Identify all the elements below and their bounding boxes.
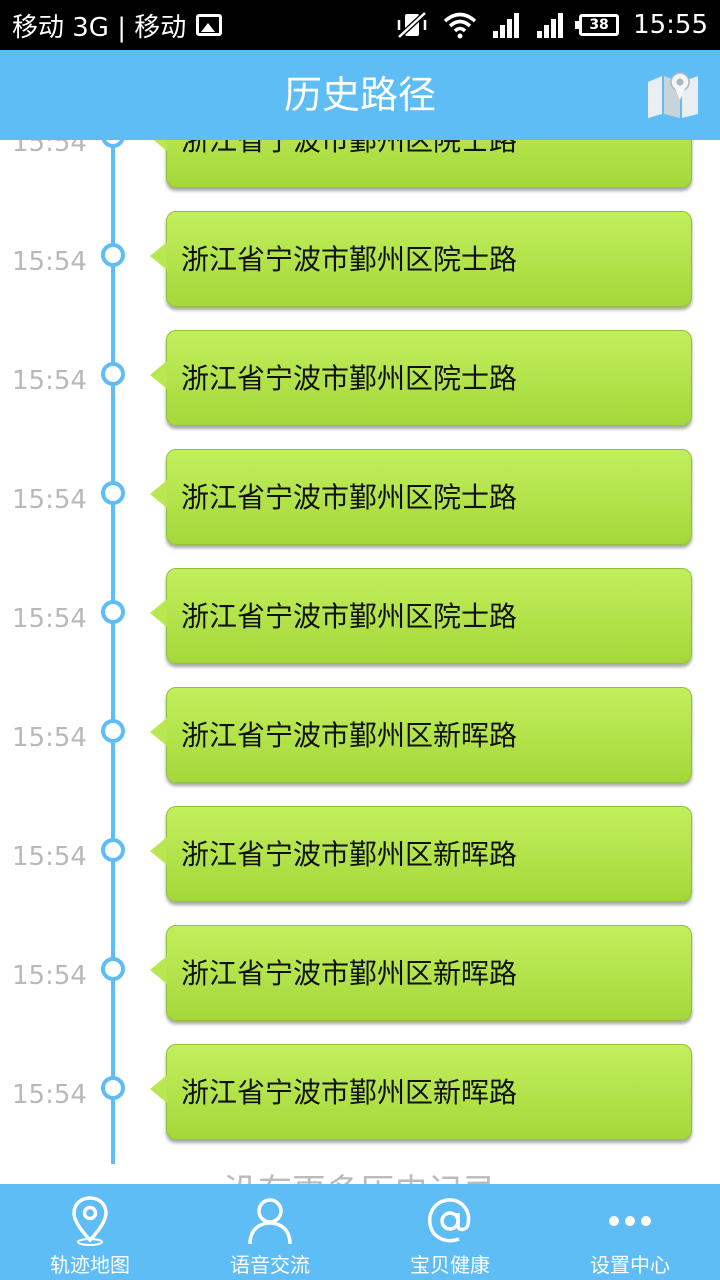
nav-label: 设置中心 — [590, 1253, 670, 1277]
list-item[interactable]: 15:54 浙江省宁波市鄞州区新晖路 — [0, 806, 720, 902]
list-item[interactable]: 15:54 浙江省宁波市鄞州区新晖路 — [0, 1044, 720, 1140]
history-timeline[interactable]: 15:54 浙江省宁波市鄞州区院士路 15:54 浙江省宁波市鄞州区院士路 15… — [0, 140, 720, 1184]
list-item[interactable]: 15:54 浙江省宁波市鄞州区院士路 — [0, 449, 720, 545]
address-text: 浙江省宁波市鄞州区院士路 — [181, 140, 518, 157]
app-header: 历史路径 — [0, 50, 720, 140]
list-item[interactable]: 15:54 浙江省宁波市鄞州区院士路 — [0, 330, 720, 426]
address-bubble[interactable]: 浙江省宁波市鄞州区新晖路 — [150, 925, 692, 1021]
address-text: 浙江省宁波市鄞州区院士路 — [181, 600, 518, 633]
wifi-icon — [443, 12, 477, 39]
signal-icon — [493, 13, 520, 38]
address-text: 浙江省宁波市鄞州区院士路 — [181, 481, 518, 514]
entry-time: 15:54 — [12, 842, 87, 872]
status-bar: 移动 3G | 移动 38 15:55 — [0, 0, 720, 50]
timeline-dot — [101, 1076, 125, 1100]
list-item[interactable]: 15:54 浙江省宁波市鄞州区院士路 — [0, 211, 720, 307]
address-text: 浙江省宁波市鄞州区院士路 — [181, 243, 518, 276]
map-icon[interactable] — [646, 70, 702, 120]
address-bubble[interactable]: 浙江省宁波市鄞州区院士路 — [150, 211, 692, 307]
page-title: 历史路径 — [283, 73, 436, 117]
more-dots-icon — [609, 1216, 651, 1226]
signal-icon — [537, 13, 564, 38]
entry-time: 15:54 — [12, 723, 87, 753]
entry-time: 15:54 — [12, 485, 87, 515]
location-pin-icon — [72, 1196, 108, 1246]
timeline-dot — [101, 838, 125, 862]
carrier-text: 移动 3G | 移动 — [12, 12, 187, 43]
address-bubble[interactable]: 浙江省宁波市鄞州区新晖路 — [150, 687, 692, 783]
timeline-dot — [101, 957, 125, 981]
vibrate-off-icon — [397, 11, 427, 39]
address-bubble[interactable]: 浙江省宁波市鄞州区新晖路 — [150, 1044, 692, 1140]
list-item[interactable]: 15:54 浙江省宁波市鄞州区院士路 — [0, 140, 720, 188]
status-bar-left: 移动 3G | 移动 — [12, 0, 223, 50]
nav-item-settings[interactable]: 设置中心 — [540, 1184, 720, 1280]
list-item[interactable]: 15:54 浙江省宁波市鄞州区新晖路 — [0, 925, 720, 1021]
nav-item-voice-chat[interactable]: 语音交流 — [180, 1184, 360, 1280]
list-item[interactable]: 15:54 浙江省宁波市鄞州区院士路 — [0, 568, 720, 664]
list-item[interactable]: 15:54 浙江省宁波市鄞州区新晖路 — [0, 687, 720, 783]
status-bar-right: 38 15:55 — [395, 0, 708, 50]
entry-time: 15:54 — [12, 961, 87, 991]
nav-label: 宝贝健康 — [410, 1253, 490, 1277]
person-icon — [248, 1198, 292, 1245]
timeline-dot — [101, 140, 125, 148]
status-time: 15:55 — [633, 10, 708, 40]
address-bubble[interactable]: 浙江省宁波市鄞州区院士路 — [150, 140, 692, 188]
nav-label: 语音交流 — [230, 1253, 310, 1277]
timeline-dot — [101, 362, 125, 386]
address-text: 浙江省宁波市鄞州区新晖路 — [181, 1076, 518, 1109]
battery-icon: 38 — [575, 14, 620, 36]
nav-label: 轨迹地图 — [50, 1253, 130, 1277]
entry-time: 15:54 — [12, 366, 87, 396]
at-icon — [427, 1198, 471, 1243]
timeline-dot — [101, 481, 125, 505]
no-more-history-text: 没有更多历史记录 — [0, 1164, 720, 1184]
address-bubble[interactable]: 浙江省宁波市鄞州区院士路 — [150, 568, 692, 664]
entry-time: 15:54 — [12, 247, 87, 277]
address-bubble[interactable]: 浙江省宁波市鄞州区院士路 — [150, 330, 692, 426]
address-text: 浙江省宁波市鄞州区新晖路 — [181, 957, 518, 990]
entry-time: 15:54 — [12, 140, 87, 158]
nav-item-track-map[interactable]: 轨迹地图 — [0, 1184, 180, 1280]
image-icon — [196, 14, 223, 36]
nav-item-baby-health[interactable]: 宝贝健康 — [360, 1184, 540, 1280]
bottom-nav: 轨迹地图 语音交流 宝贝健康 设置中心 — [0, 1184, 720, 1280]
address-text: 浙江省宁波市鄞州区院士路 — [181, 362, 518, 395]
timeline-dot — [101, 719, 125, 743]
entry-time: 15:54 — [12, 604, 87, 634]
entry-time: 15:54 — [12, 1080, 87, 1110]
timeline-dot — [101, 243, 125, 267]
address-text: 浙江省宁波市鄞州区新晖路 — [181, 719, 518, 752]
address-text: 浙江省宁波市鄞州区新晖路 — [181, 838, 518, 871]
address-bubble[interactable]: 浙江省宁波市鄞州区院士路 — [150, 449, 692, 545]
timeline-dot — [101, 600, 125, 624]
address-bubble[interactable]: 浙江省宁波市鄞州区新晖路 — [150, 806, 692, 902]
